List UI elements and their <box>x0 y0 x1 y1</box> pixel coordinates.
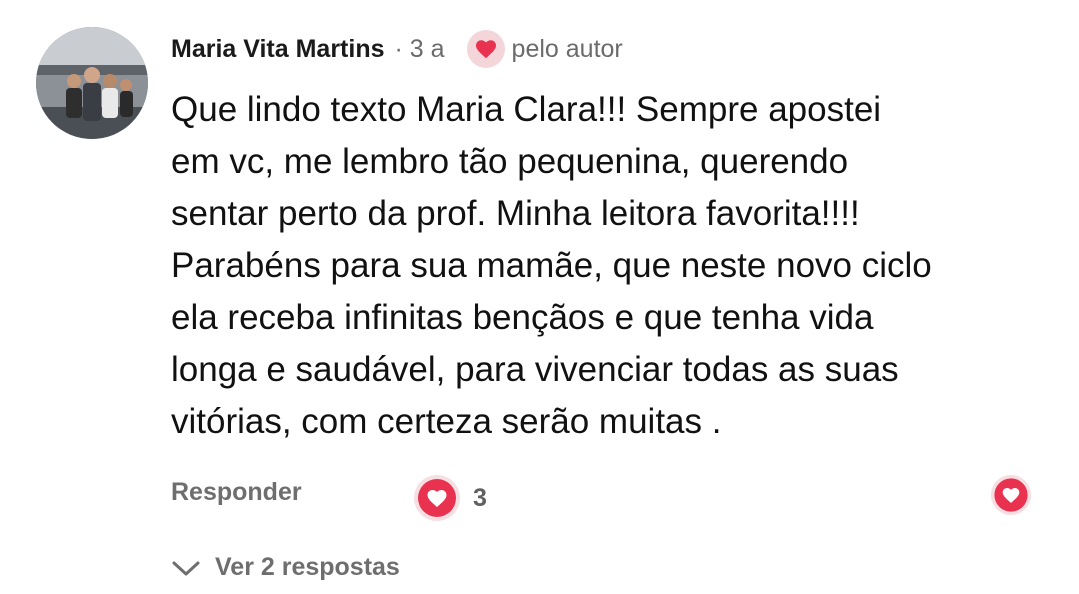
avatar[interactable] <box>36 27 148 139</box>
like-count: 3 <box>473 483 487 512</box>
chevron-down-icon <box>172 561 200 575</box>
comment-header: Maria Vita Martins · 3 a pelo autor <box>171 30 623 68</box>
heart-icon <box>414 475 460 521</box>
avatar-photo <box>36 27 148 139</box>
heart-icon <box>475 40 496 59</box>
view-replies-button[interactable]: Ver 2 respostas <box>171 553 400 582</box>
comment-text: Que lindo texto Maria Clara!!! Sempre ap… <box>171 90 932 441</box>
liked-by-author-label: pelo autor <box>511 34 623 63</box>
like-button[interactable]: 3 <box>413 474 487 522</box>
author-name[interactable]: Maria Vita Martins <box>171 35 385 64</box>
author-like-badge <box>466 30 505 68</box>
reply-button[interactable]: Responder <box>171 478 302 507</box>
author-heart-button[interactable] <box>990 474 1032 521</box>
comment-timestamp: · 3 a <box>394 34 445 63</box>
view-replies-label: Ver 2 respostas <box>215 553 400 581</box>
heart-icon <box>990 474 1032 516</box>
